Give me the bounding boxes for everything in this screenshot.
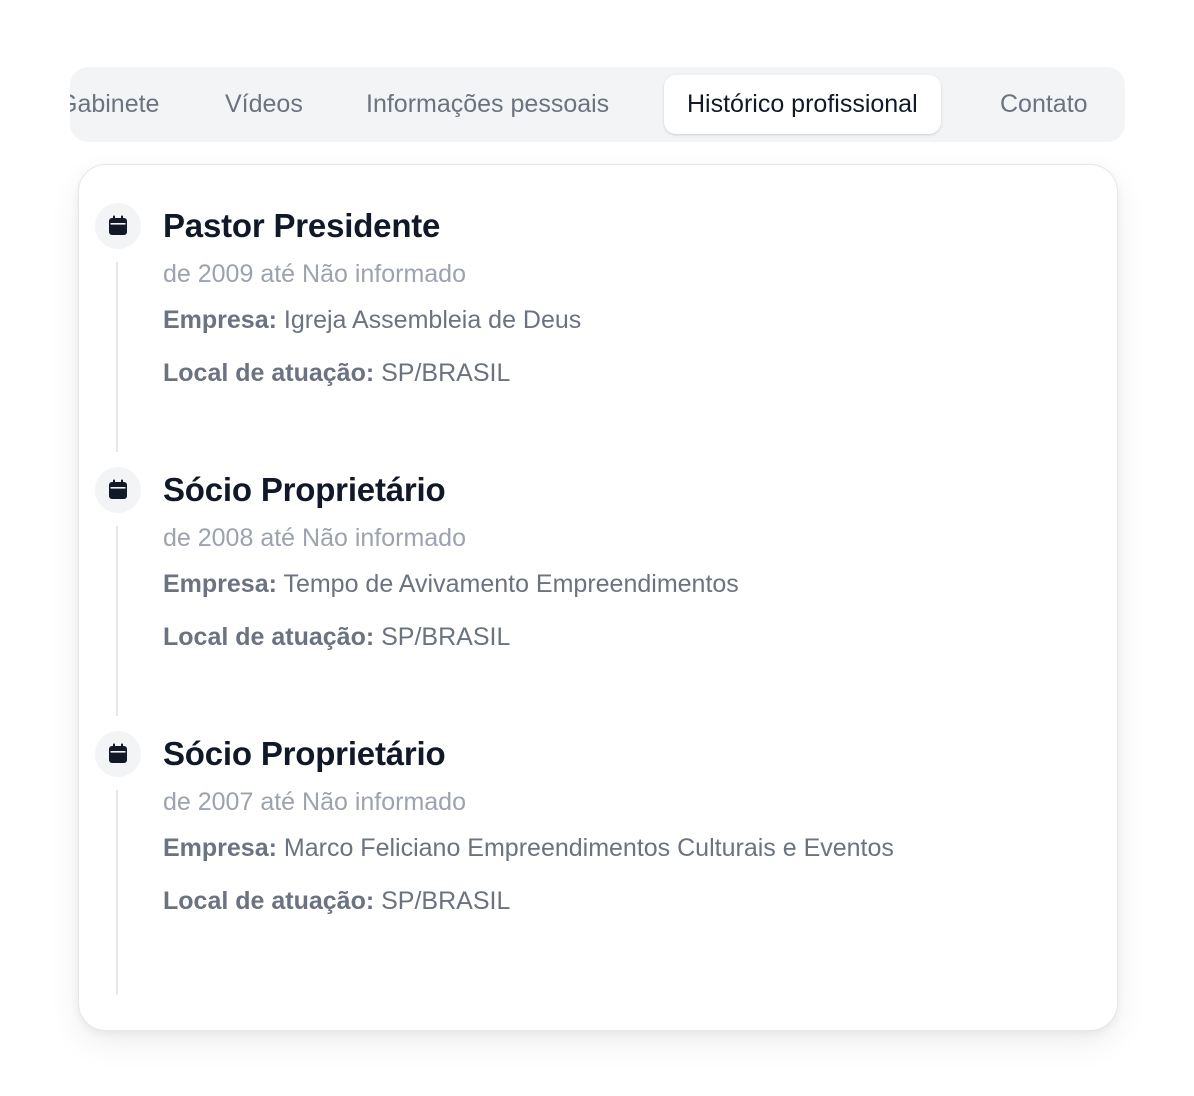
calendar-icon [95, 203, 141, 249]
company-label: Empresa: [163, 570, 277, 598]
tab-videos[interactable]: Vídeos [225, 75, 303, 134]
timeline-entry: Pastor Presidente de 2009 até Não inform… [79, 165, 1117, 452]
company-label: Empresa: [163, 306, 277, 334]
company-value: Igreja Assembleia de Deus [283, 306, 582, 334]
tab-historico-profissional[interactable]: Histórico profissional [664, 75, 941, 134]
location-value: SP/BRASIL [381, 887, 511, 915]
company-value: Marco Feliciano Empreendimentos Culturai… [283, 834, 894, 862]
entry-company: Empresa: Tempo de Avivamento Empreendime… [163, 570, 739, 599]
entry-location: Local de atuação: SP/BRASIL [163, 887, 510, 916]
tab-gabinete[interactable]: Gabinete [70, 75, 159, 134]
location-label: Local de atuação: [163, 359, 375, 387]
entry-title: Sócio Proprietário [163, 735, 446, 772]
entry-period: de 2007 até Não informado [163, 788, 466, 816]
timeline-entry: Sócio Proprietário de 2008 até Não infor… [79, 429, 1117, 716]
professional-history-card: Pastor Presidente de 2009 até Não inform… [78, 164, 1118, 1031]
location-value: SP/BRASIL [381, 623, 511, 651]
location-label: Local de atuação: [163, 623, 375, 651]
tab-informacoes-pessoais[interactable]: Informações pessoais [366, 75, 609, 134]
entry-company: Empresa: Marco Feliciano Empreendimentos… [163, 834, 894, 863]
tab-contato[interactable]: Contato [1000, 75, 1088, 134]
company-value: Tempo de Avivamento Empreendimentos [283, 570, 739, 598]
tab-bar: Gabinete Vídeos Informações pessoais His… [70, 67, 1125, 142]
entry-period: de 2008 até Não informado [163, 524, 466, 552]
location-label: Local de atuação: [163, 887, 375, 915]
company-label: Empresa: [163, 834, 277, 862]
timeline-line [116, 526, 118, 716]
entry-location: Local de atuação: SP/BRASIL [163, 623, 510, 652]
entry-title: Pastor Presidente [163, 207, 441, 244]
entry-period: de 2009 até Não informado [163, 260, 466, 288]
location-value: SP/BRASIL [381, 359, 511, 387]
entry-company: Empresa: Igreja Assembleia de Deus [163, 306, 581, 335]
calendar-icon [95, 731, 141, 777]
timeline-entry: Sócio Proprietário de 2007 até Não infor… [79, 693, 1117, 995]
entry-location: Local de atuação: SP/BRASIL [163, 359, 510, 388]
timeline-line [116, 790, 118, 995]
entry-title: Sócio Proprietário [163, 471, 446, 508]
timeline-line [116, 262, 118, 452]
calendar-icon [95, 467, 141, 513]
